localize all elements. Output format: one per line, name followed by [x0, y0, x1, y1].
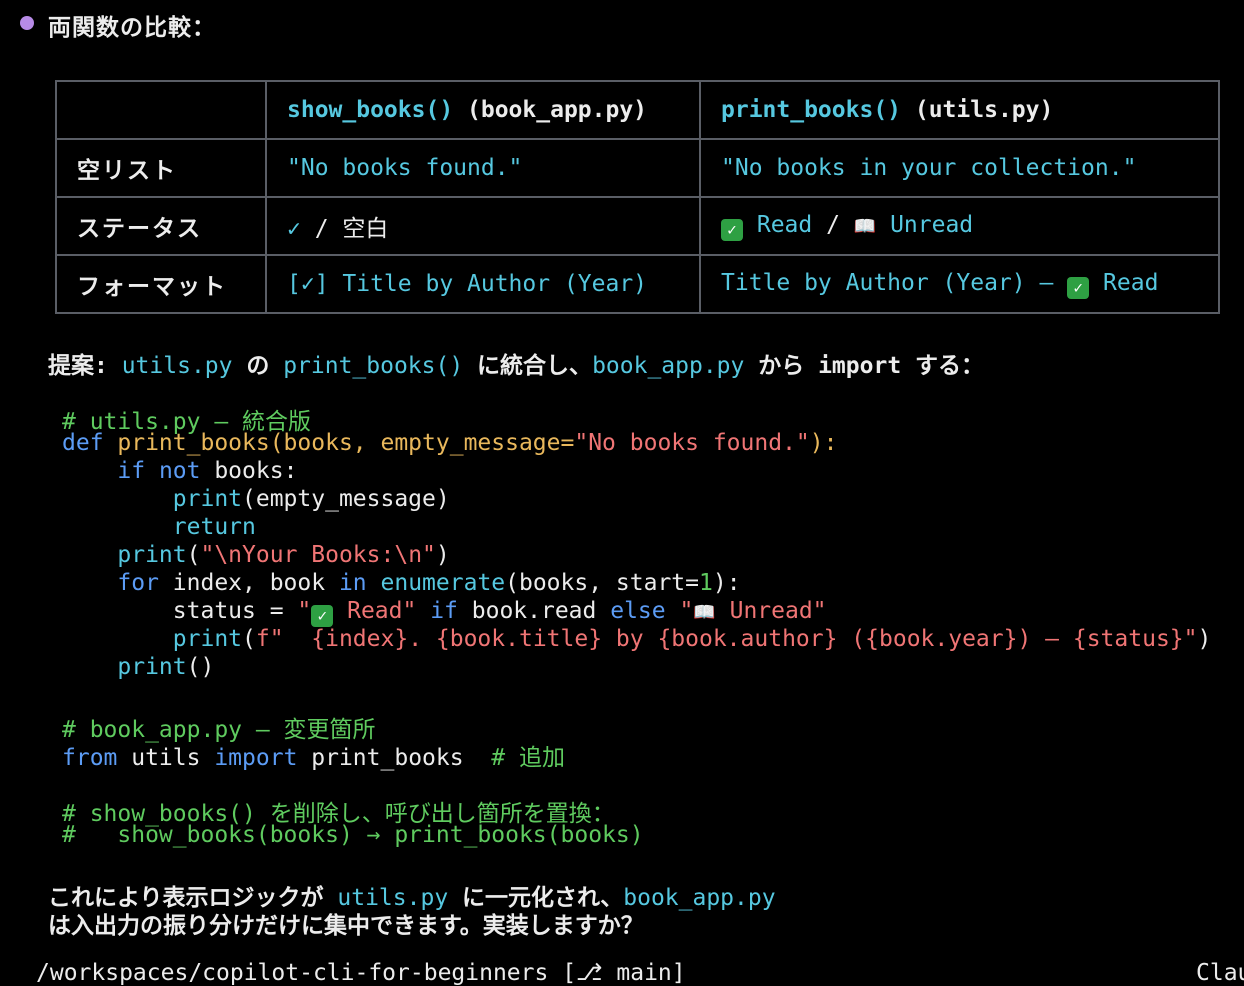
- comparison-table: show_books() (book_app.py) print_books()…: [55, 80, 1220, 314]
- file-ref: utils.py: [121, 353, 233, 379]
- str: "\nYour Books:\n": [200, 542, 436, 568]
- cell-text: Read: [743, 211, 813, 238]
- code-line: for index, book in enumerate(books, star…: [62, 570, 741, 596]
- bullet-dot-icon: [20, 16, 34, 30]
- code-text: utils: [117, 745, 215, 771]
- builtin: print: [62, 654, 187, 680]
- str: Unread": [715, 598, 827, 624]
- code-text: (): [186, 654, 215, 680]
- row-label: 空リスト: [55, 138, 267, 198]
- file-ref: book_app.py: [592, 353, 745, 379]
- kw: for: [62, 570, 159, 596]
- white-heavy-check-mark-icon: ✓: [311, 605, 334, 627]
- fn-name: print_books(): [721, 97, 902, 123]
- fn-sig: ):: [809, 430, 838, 456]
- code-text: (: [186, 542, 201, 568]
- code-text: ):: [712, 570, 741, 596]
- str: f" {index}. {book.title} by {book.author…: [255, 626, 1198, 652]
- open-book-icon: 📖: [693, 602, 716, 623]
- code-text: book.read: [457, 598, 611, 624]
- str: ": [665, 598, 694, 624]
- kw: if: [62, 458, 146, 484]
- table-cell: Title by Author (Year) — ✓ Read: [699, 254, 1220, 314]
- builtin: print: [62, 542, 187, 568]
- fn-ref: print_books(): [283, 353, 464, 379]
- code-line: print("\nYour Books:\n"): [62, 542, 450, 568]
- code-line: print(f" {index}. {book.title} by {book.…: [62, 626, 1212, 652]
- code-text: (: [242, 626, 256, 652]
- file-name: (book_app.py): [453, 97, 648, 123]
- code-text: (books, start=: [505, 570, 700, 596]
- str: "No books found.": [574, 430, 810, 456]
- builtin: print: [62, 486, 243, 512]
- kw: import: [214, 745, 298, 771]
- check-mark-icon: ✓: [287, 216, 301, 242]
- kw: else: [610, 598, 666, 624]
- table-cell: ✓ Read / 📖 Unread: [699, 196, 1220, 256]
- str: ": [297, 598, 312, 624]
- fn-sig: print_books(books, empty_message=: [103, 430, 575, 456]
- str: Read": [333, 598, 417, 624]
- code-line: return: [62, 514, 256, 540]
- code-comment: # show_books(books) → print_books(books): [62, 822, 644, 848]
- code-text: ): [1197, 626, 1212, 652]
- cell-text: Read: [1089, 269, 1159, 296]
- table-row: フォーマット [✓] Title by Author (Year) Title …: [55, 254, 1220, 314]
- table-cell: [✓] Title by Author (Year): [265, 254, 701, 314]
- table-header-show-books: show_books() (book_app.py): [265, 80, 701, 140]
- cell-text: / 空白: [300, 216, 389, 242]
- proposal-text: に統合し、: [463, 353, 593, 379]
- table-cell: "No books in your collection.": [699, 138, 1220, 198]
- cell-sep: /: [812, 211, 854, 238]
- code-line: print(empty_message): [62, 486, 450, 512]
- code-text: ): [435, 542, 450, 568]
- kw: from: [62, 745, 118, 771]
- proposal-text: から import する：: [744, 353, 985, 379]
- proposal-line: 提案: utils.py の print_books() に統合し、book_a…: [48, 346, 984, 380]
- code-text: status =: [62, 598, 298, 624]
- white-heavy-check-mark-icon: ✓: [721, 218, 743, 241]
- cell-text: Unread: [876, 211, 974, 238]
- code-comment: # 追加: [491, 745, 565, 771]
- proposal-text: の: [232, 353, 284, 379]
- status-bar-path: /workspaces/copilot-cli-for-beginners [⎇…: [36, 960, 686, 986]
- code-text: print_books: [297, 745, 492, 771]
- code-line: def print_books(books, empty_message="No…: [62, 430, 837, 456]
- proposal-prefix: 提案:: [48, 353, 122, 379]
- table-cell: "No books found.": [265, 138, 701, 198]
- kw: def: [62, 430, 104, 456]
- kw: in: [338, 570, 367, 596]
- builtin: print: [62, 626, 243, 652]
- section-heading: 両関数の比較：: [48, 15, 216, 41]
- table-header-row: show_books() (book_app.py) print_books()…: [55, 80, 1220, 140]
- table-header-print-books: print_books() (utils.py): [699, 80, 1220, 140]
- status-bar-right: Clau: [1196, 960, 1244, 986]
- code-text: (empty_message): [242, 486, 450, 512]
- kw: if: [416, 598, 458, 624]
- code-line: print(): [62, 654, 214, 680]
- row-label: フォーマット: [55, 254, 267, 314]
- kw: not: [145, 458, 201, 484]
- cell-text: Title by Author (Year) —: [721, 269, 1068, 296]
- open-book-icon: 📖: [853, 215, 877, 237]
- table-row: 空リスト "No books found." "No books in your…: [55, 138, 1220, 198]
- white-heavy-check-mark-icon: ✓: [1067, 276, 1090, 299]
- conclusion-line-2: は入出力の振り分けだけに集中できます。実装しますか？: [48, 913, 644, 939]
- fn-name: show_books(): [287, 97, 454, 123]
- code-line: if not books:: [62, 458, 297, 484]
- code-line: status = " ✓ Read" if book.read else "📖 U…: [62, 598, 827, 627]
- row-label: ステータス: [55, 196, 267, 256]
- code-text: books:: [200, 458, 298, 484]
- file-name: (utils.py): [901, 97, 1054, 123]
- num: 1: [699, 570, 713, 596]
- code-text: index, book: [158, 570, 339, 596]
- code-line: from utils import print_books # 追加: [62, 738, 565, 772]
- table-row: ステータス ✓ / 空白 ✓ Read / 📖 Unread: [55, 196, 1220, 256]
- table-cell: ✓ / 空白: [265, 196, 701, 256]
- builtin: enumerate: [380, 570, 506, 596]
- table-header-empty: [55, 80, 267, 140]
- file-ref: book_app.py: [623, 885, 776, 911]
